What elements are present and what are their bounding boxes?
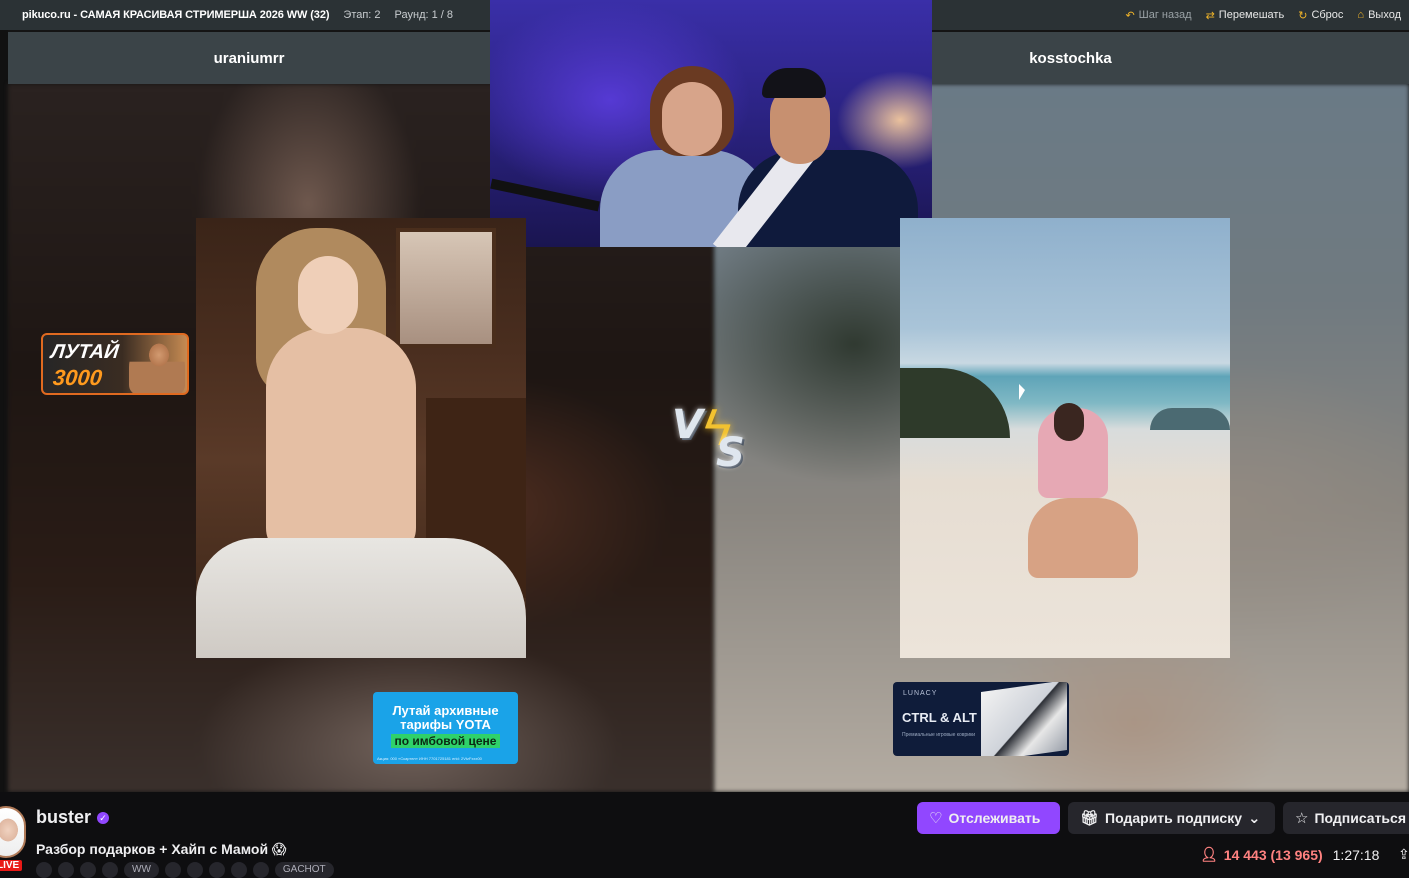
tag-10[interactable] xyxy=(252,862,269,878)
versus-s: S xyxy=(716,430,745,476)
yota-ad-line2: тарифы YOTA xyxy=(400,717,491,732)
stream-video[interactable]: pikuco.ru - САМАЯ КРАСИВАЯ СТРИМЕРША 202… xyxy=(0,0,1409,792)
ctrl-ad-title: CTRL & ALT xyxy=(902,710,977,725)
island xyxy=(900,368,1010,438)
stage-indicator: Этап: 2 xyxy=(343,9,381,21)
tag-ww[interactable]: WW xyxy=(124,862,159,878)
ad-character xyxy=(129,339,185,393)
shuffle-icon: ⇄ xyxy=(1205,9,1215,22)
viewer-icon: 👤︎ xyxy=(1200,846,1218,862)
exit-label: Выход xyxy=(1368,9,1401,21)
heart-icon: ♡ xyxy=(929,810,943,827)
tag-8[interactable] xyxy=(208,862,225,878)
body xyxy=(266,328,416,558)
channel-header: buster ✓ xyxy=(36,807,110,828)
yota-ad-line3: по имбовой цене xyxy=(390,734,501,748)
right-contestant-name: kosstochka xyxy=(1029,49,1112,67)
left-contestant-photo[interactable] xyxy=(196,218,526,658)
tag-7[interactable] xyxy=(186,862,203,878)
ctrl-ad-brand: LUNACY xyxy=(903,690,938,697)
step-back-label: Шаг назад xyxy=(1138,9,1192,21)
viewer-count: 14 443 (13 965) xyxy=(1223,846,1323,863)
undo-icon: ↶ xyxy=(1125,9,1135,22)
round-indicator: Раунд: 1 / 8 xyxy=(394,9,454,21)
verified-icon: ✓ xyxy=(97,811,110,824)
tag-9[interactable] xyxy=(230,862,247,878)
home-icon: ⌂ xyxy=(1357,9,1365,21)
legs xyxy=(1028,498,1138,578)
mirror xyxy=(396,228,496,348)
lutay-ad-line2: 3000 xyxy=(51,365,104,390)
video-edge xyxy=(0,0,8,792)
stream-title: Разбор подарков + Хайп с Мамой 😱 xyxy=(36,841,287,857)
ctrl-alt-ad[interactable]: LUNACY CTRL & ALT Премиальные игровые ко… xyxy=(893,682,1069,756)
follow-label: Отслеживать xyxy=(948,810,1041,826)
distant-island xyxy=(1150,408,1230,430)
head xyxy=(1054,403,1084,441)
face xyxy=(298,256,358,334)
stream-tags: WW GACHOT xyxy=(36,862,334,878)
microphone-arm xyxy=(490,178,600,212)
tag-4[interactable] xyxy=(102,862,118,878)
ctrl-ad-subtitle: Премиальные игровые коврики xyxy=(902,732,976,738)
chevron-down-icon: ⌄ xyxy=(1248,810,1261,827)
streamer-webcam xyxy=(490,0,932,247)
subscribe-button[interactable]: ☆ Подписаться xyxy=(1283,802,1409,834)
reset-button[interactable]: ↻ Сброс xyxy=(1298,9,1343,22)
reset-icon: ↻ xyxy=(1298,9,1308,22)
mouse-cursor-icon xyxy=(1019,384,1025,400)
shuffle-label: Перемешать xyxy=(1218,9,1285,21)
star-icon: ☆ xyxy=(1295,810,1309,827)
mousepad-image xyxy=(981,682,1067,756)
stream-uptime: 1:27:18 xyxy=(1332,846,1380,863)
reset-label: Сброс xyxy=(1311,9,1344,21)
follow-button[interactable]: ♡ Отслеживать xyxy=(917,802,1060,834)
tag-1[interactable] xyxy=(36,862,52,878)
yota-ad-line1: Лутай архивные xyxy=(392,703,499,718)
lutay-3000-ad[interactable]: ЛУТАЙ 3000 xyxy=(41,333,189,395)
gift-icon: 🎁︎ xyxy=(1080,810,1100,827)
bed-sheet xyxy=(196,538,526,658)
shuffle-button[interactable]: ⇄ Перемешать xyxy=(1206,9,1285,22)
live-badge: LIVE xyxy=(0,860,23,871)
exit-button[interactable]: ⌂ Выход xyxy=(1357,9,1401,22)
step-back-button[interactable]: ↶ Шаг назад xyxy=(1125,9,1191,22)
woman-face xyxy=(662,82,722,156)
tag-gachot[interactable]: GACHOT xyxy=(274,862,334,878)
site-title: pikuco.ru - САМАЯ КРАСИВАЯ СТРИМЕРША 202… xyxy=(22,9,330,21)
tag-2[interactable] xyxy=(58,862,74,878)
left-contestant-name: uraniumrr xyxy=(8,32,490,84)
share-icon[interactable]: ⇪ xyxy=(1398,846,1409,863)
right-contestant-photo[interactable] xyxy=(900,218,1230,658)
subscribe-label: Подписаться xyxy=(1314,810,1406,826)
man-cap xyxy=(762,68,826,98)
yota-ad[interactable]: Лутай архивные тарифы YOTA по имбовой це… xyxy=(373,692,518,764)
versus-emblem: V ϟ S xyxy=(668,398,754,478)
viewer-stats: 👤︎ 14 443 (13 965) 1:27:18 xyxy=(1200,846,1379,863)
gift-subscription-button[interactable]: 🎁︎ Подарить подписку ⌄ xyxy=(1068,802,1275,834)
right-contestant-name-bar: kosstochka xyxy=(932,32,1409,84)
topbar-actions: ↶ Шаг назад ⇄ Перемешать ↻ Сброс ⌂ Выход xyxy=(1125,9,1401,22)
gift-subscription-label: Подарить подписку xyxy=(1105,810,1243,826)
versus-v: V xyxy=(672,402,703,448)
channel-name[interactable]: buster xyxy=(36,807,91,828)
yota-ad-fineprint: Акция: 000 «Скартел» ИНН 7701725181 erid… xyxy=(377,756,482,761)
lutay-ad-line1: ЛУТАЙ xyxy=(49,341,120,363)
tag-6[interactable] xyxy=(164,862,181,878)
tag-3[interactable] xyxy=(80,862,96,878)
